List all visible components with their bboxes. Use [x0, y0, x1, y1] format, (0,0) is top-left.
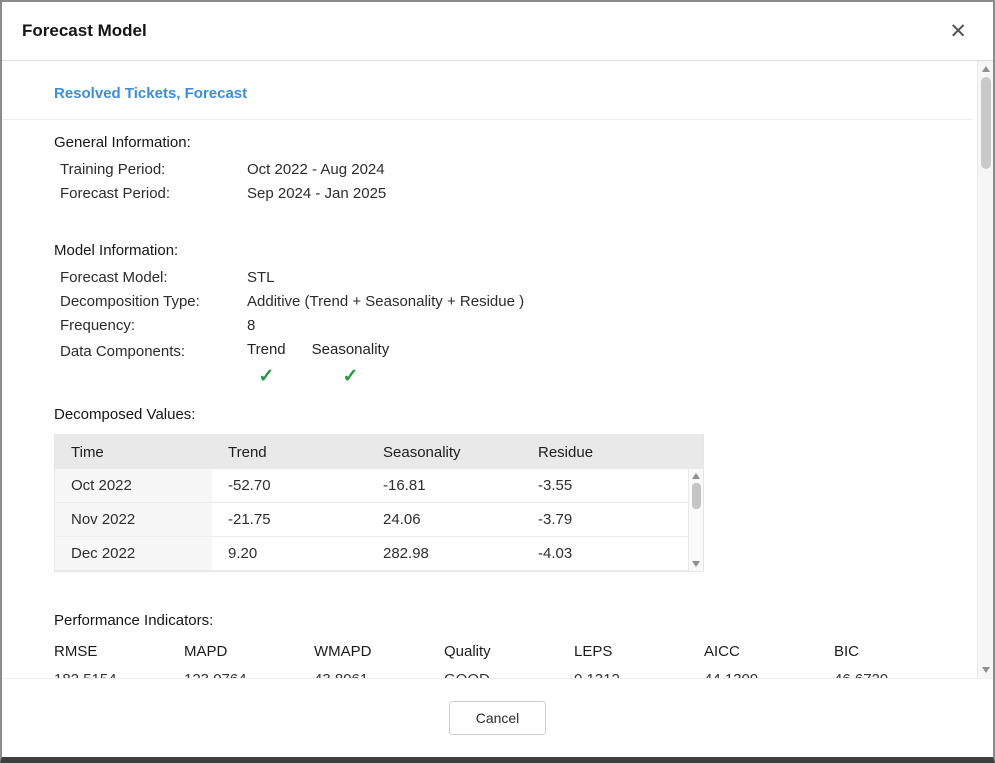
indicator-label: RMSE	[54, 643, 184, 660]
decomposed-values-heading: Decomposed Values:	[54, 406, 943, 423]
table-header-residue: Residue	[522, 444, 703, 461]
cell-residue: -3.55	[522, 469, 688, 502]
dialog-titlebar: Forecast Model ✕	[2, 2, 993, 61]
cell-seasonality: 24.06	[367, 503, 522, 536]
report-link[interactable]: Resolved Tickets, Forecast	[54, 85, 247, 102]
forecast-model-label: Forecast Model:	[60, 266, 247, 290]
cell-time: Nov 2022	[55, 503, 212, 536]
indicator-mapd: MAPD 123.0764	[184, 643, 314, 678]
info-row-forecast-period: Forecast Period: Sep 2024 - Jan 2025	[54, 182, 943, 206]
indicator-label: AICC	[704, 643, 834, 660]
performance-indicators-section: Performance Indicators: RMSE 182.5154 MA…	[54, 612, 943, 678]
indicator-label: Quality	[444, 643, 574, 660]
model-info-heading: Model Information:	[54, 242, 943, 259]
frequency-value: 8	[247, 314, 255, 338]
close-icon[interactable]: ✕	[949, 21, 967, 42]
indicator-quality: Quality GOOD	[444, 643, 574, 678]
dialog-footer: Cancel	[2, 678, 993, 757]
triangle-up-icon	[982, 66, 990, 72]
scroll-down-button[interactable]	[978, 662, 993, 678]
indicator-value: 123.0764	[184, 671, 314, 678]
cell-time: Oct 2022	[55, 469, 212, 502]
component-seasonality-name: Seasonality	[312, 340, 390, 360]
table-scrollbar-thumb[interactable]	[692, 483, 701, 509]
cancel-button[interactable]: Cancel	[449, 701, 547, 735]
cell-trend: -52.70	[212, 469, 367, 502]
table-row: Oct 2022 -52.70 -16.81 -3.55	[55, 469, 688, 503]
training-period-label: Training Period:	[60, 158, 247, 182]
indicator-aicc: AICC 44.1309	[704, 643, 834, 678]
cell-trend: -21.75	[212, 503, 367, 536]
indicator-label: BIC	[834, 643, 964, 660]
indicator-label: MAPD	[184, 643, 314, 660]
general-info-heading: General Information:	[54, 134, 943, 151]
cell-time: Dec 2022	[55, 537, 212, 570]
scroll-up-button[interactable]	[978, 61, 993, 77]
indicator-value: 0.1312	[574, 671, 704, 678]
indicator-value: 43.8961	[314, 671, 444, 678]
indicator-rmse: RMSE 182.5154	[54, 643, 184, 678]
table-header-seasonality: Seasonality	[367, 444, 522, 461]
general-info-section: General Information: Training Period: Oc…	[54, 134, 943, 206]
dialog-body: Resolved Tickets, Forecast General Infor…	[2, 61, 993, 678]
check-icon: ✓	[342, 367, 358, 386]
table-row: Dec 2022 9.20 282.98 -4.03	[55, 537, 688, 571]
forecast-period-label: Forecast Period:	[60, 182, 247, 206]
model-info-section: Model Information: Forecast Model: STL D…	[54, 242, 943, 390]
cell-seasonality: 282.98	[367, 537, 522, 570]
check-icon: ✓	[258, 367, 274, 386]
report-link-row: Resolved Tickets, Forecast	[2, 61, 973, 120]
indicator-label: LEPS	[574, 643, 704, 660]
info-row-data-components: Data Components: Trend ✓ Seasonality ✓	[54, 340, 943, 390]
performance-indicators-heading: Performance Indicators:	[54, 612, 943, 629]
indicator-value: 44.1309	[704, 671, 834, 678]
table-body: Oct 2022 -52.70 -16.81 -3.55 Nov 2022 -2…	[55, 469, 703, 571]
training-period-value: Oct 2022 - Aug 2024	[247, 158, 385, 182]
decomposed-values-section: Decomposed Values: Time Trend Seasonalit…	[54, 406, 943, 572]
indicator-leps: LEPS 0.1312	[574, 643, 704, 678]
table-scroll-up-button[interactable]	[689, 469, 703, 483]
decomposed-values-table: Time Trend Seasonality Residue Oct 2022 …	[54, 434, 704, 572]
indicator-wmapd: WMAPD 43.8961	[314, 643, 444, 678]
info-row-frequency: Frequency: 8	[54, 314, 943, 338]
triangle-down-icon	[692, 561, 700, 567]
cell-trend: 9.20	[212, 537, 367, 570]
indicator-label: WMAPD	[314, 643, 444, 660]
cell-residue: -3.79	[522, 503, 688, 536]
frequency-label: Frequency:	[60, 314, 247, 338]
component-seasonality: Seasonality ✓	[312, 340, 390, 390]
scroll-content: Resolved Tickets, Forecast General Infor…	[2, 61, 993, 678]
cell-seasonality: -16.81	[367, 469, 522, 502]
forecast-period-value: Sep 2024 - Jan 2025	[247, 182, 386, 206]
indicator-value: GOOD	[444, 671, 574, 678]
scrollbar-thumb[interactable]	[981, 77, 991, 169]
indicator-bic: BIC 46.6729	[834, 643, 964, 678]
cell-residue: -4.03	[522, 537, 688, 570]
dialog-sections: General Information: Training Period: Oc…	[2, 120, 973, 678]
info-row-decomposition-type: Decomposition Type: Additive (Trend + Se…	[54, 290, 943, 314]
component-trend-name: Trend	[247, 340, 286, 360]
component-trend: Trend ✓	[247, 340, 286, 390]
table-scrollbar[interactable]	[688, 469, 703, 571]
info-row-forecast-model: Forecast Model: STL	[54, 266, 943, 290]
indicators-row: RMSE 182.5154 MAPD 123.0764 WMAPD 43.896…	[54, 643, 943, 678]
forecast-model-dialog: Forecast Model ✕ Resolved Tickets, Forec…	[0, 0, 995, 763]
table-header-time: Time	[55, 444, 212, 461]
indicator-value: 46.6729	[834, 671, 964, 678]
forecast-model-value: STL	[247, 266, 275, 290]
indicator-value: 182.5154	[54, 671, 184, 678]
table-row: Nov 2022 -21.75 24.06 -3.79	[55, 503, 688, 537]
table-header-row: Time Trend Seasonality Residue	[55, 435, 703, 469]
data-components-label: Data Components:	[60, 340, 247, 364]
info-row-training-period: Training Period: Oct 2022 - Aug 2024	[54, 158, 943, 182]
dialog-scrollbar[interactable]	[977, 61, 993, 678]
decomposition-type-label: Decomposition Type:	[60, 290, 247, 314]
decomposition-type-value: Additive (Trend + Seasonality + Residue …	[247, 290, 524, 314]
triangle-up-icon	[692, 473, 700, 479]
table-scroll-down-button[interactable]	[689, 557, 703, 571]
dialog-title: Forecast Model	[22, 21, 147, 41]
triangle-down-icon	[982, 667, 990, 673]
table-header-trend: Trend	[212, 444, 367, 461]
